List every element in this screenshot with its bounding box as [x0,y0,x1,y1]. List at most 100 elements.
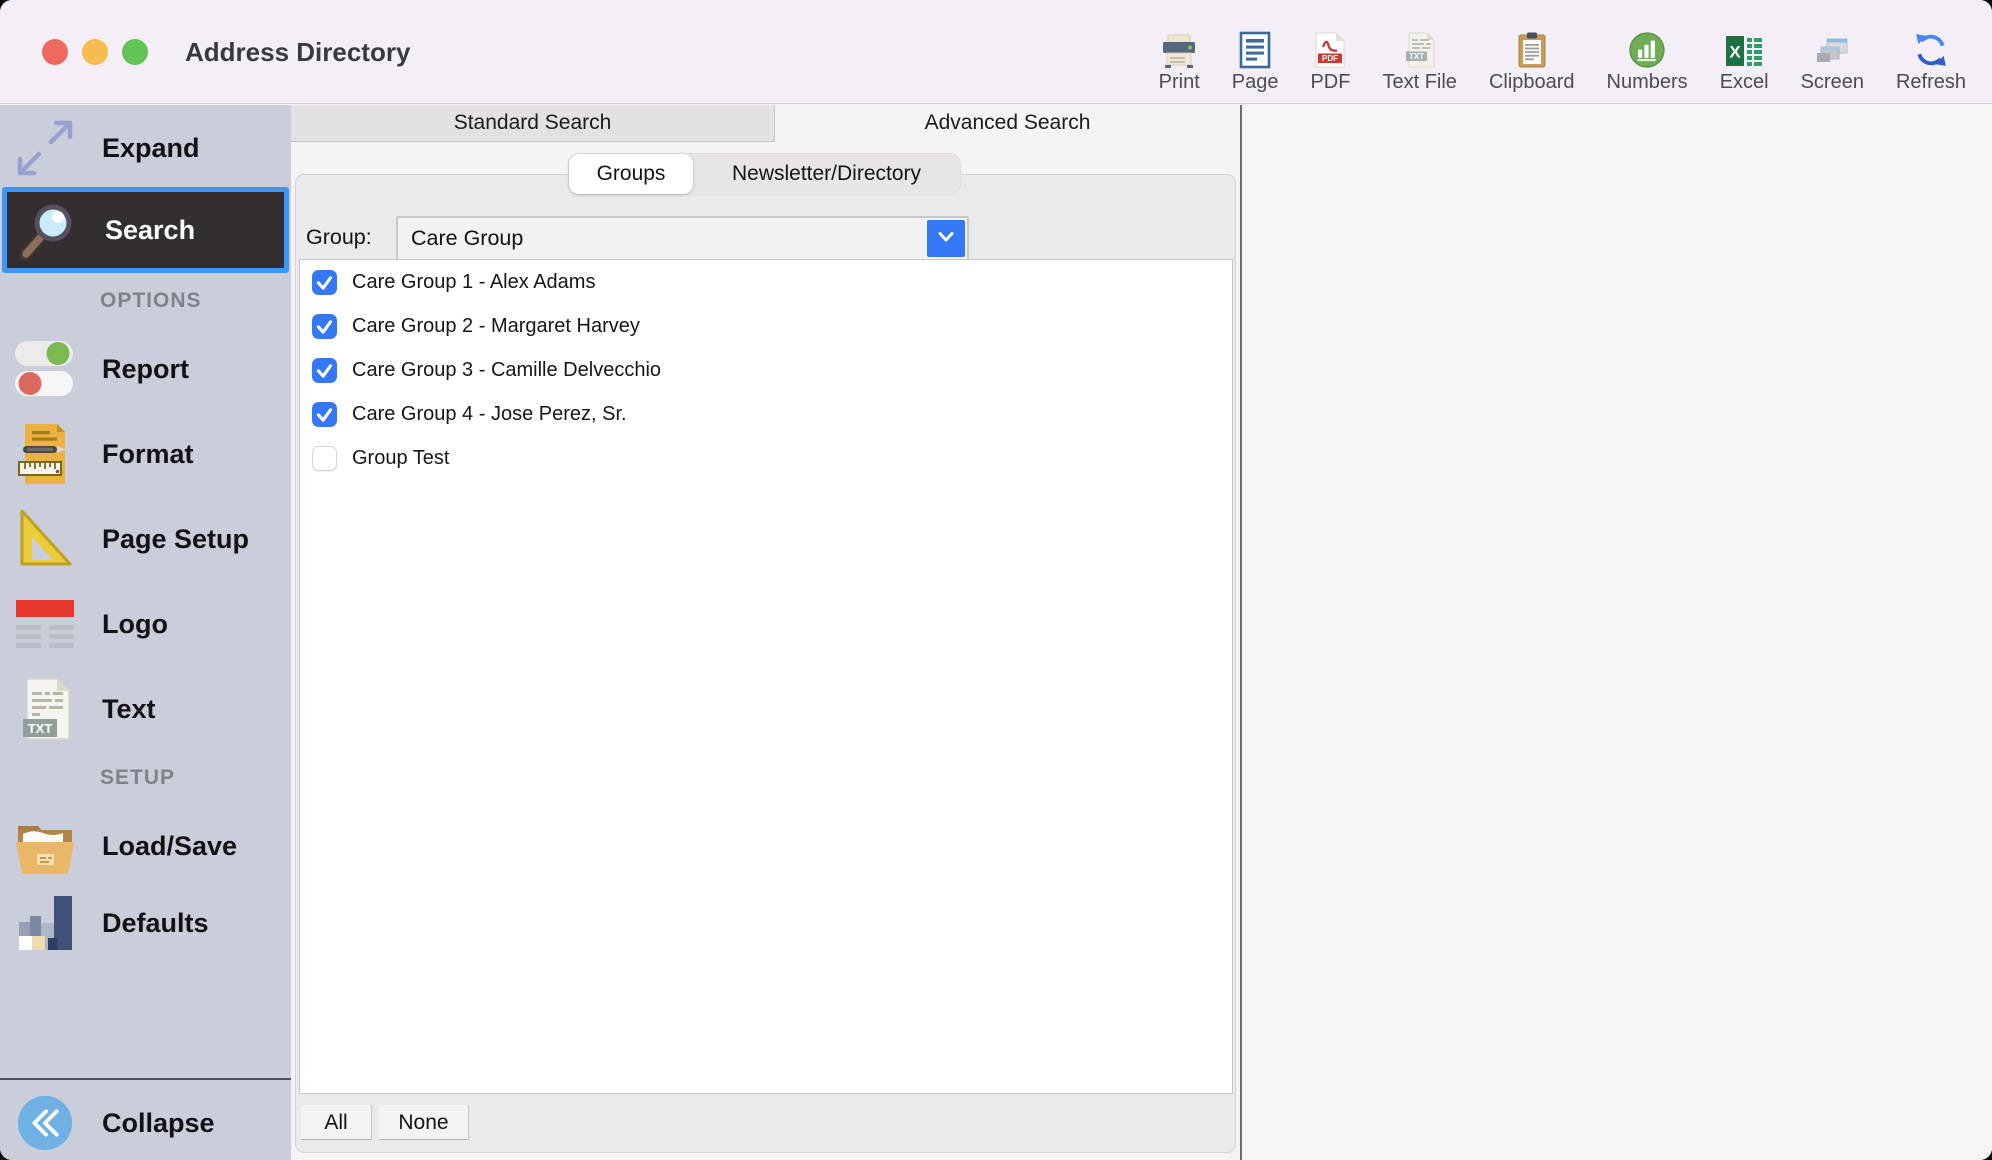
sidebar-item-format[interactable]: Format [0,412,291,496]
subtab-groups[interactable]: Groups [569,154,693,194]
print-button[interactable]: Print [1159,27,1200,104]
search-panel: Standard Search Advanced Search Groups N… [291,105,1240,1160]
group-checkbox[interactable] [312,314,337,339]
toolbar-item-label: Print [1159,71,1200,94]
results-panel [1240,105,1992,1160]
subtab-segmented-control: Groups Newsletter/Directory [568,153,961,195]
toolbar-item-label: Screen [1801,71,1864,94]
titlebar: Address Directory Print [0,0,1992,104]
excel-icon: X [1724,27,1764,69]
page-button[interactable]: Page [1232,27,1279,104]
sidebar: Expand Search OPTIONS [0,105,291,1160]
sidebar-divider [0,1078,291,1080]
group-checkbox-list: Care Group 1 - Alex Adams Care Group 2 -… [299,259,1233,1094]
svg-text:X: X [1729,43,1741,62]
tab-advanced-search[interactable]: Advanced Search [775,105,1240,142]
group-list-item: Care Group 1 - Alex Adams [300,260,1232,304]
sidebar-item-search[interactable]: Search [2,187,289,273]
pdf-button[interactable]: PDF PDF [1310,27,1350,104]
sidebar-item-logo[interactable]: Logo [0,582,291,666]
sidebar-item-label: Report [102,354,189,385]
group-list-item: Care Group 4 - Jose Perez, Sr. [300,392,1232,436]
checkmark-icon [312,270,337,295]
sidebar-item-text[interactable]: TXT Text [0,667,291,751]
sidebar-item-label: Logo [102,609,168,640]
toggle-switches-icon [12,339,78,399]
pdf-file-icon: PDF [1313,27,1347,69]
select-all-button[interactable]: All [301,1105,372,1140]
group-checkbox[interactable] [312,446,337,471]
chart-blocks-icon [12,892,78,954]
sidebar-item-defaults[interactable]: Defaults [0,881,291,965]
magnifier-icon [15,198,81,262]
refresh-button[interactable]: Refresh [1896,27,1966,104]
group-list-item: Group Test [300,436,1232,480]
set-square-icon [12,507,78,571]
window-title: Address Directory [185,0,410,104]
sidebar-item-label: Defaults [102,908,209,939]
sidebar-item-label: Format [102,439,194,470]
sidebar-item-label: Page Setup [102,524,249,555]
group-checkbox[interactable] [312,358,337,383]
group-select[interactable]: Care Group [396,216,969,261]
group-field-label: Group: [306,225,372,250]
group-select-value: Care Group [411,226,523,251]
refresh-sync-icon [1912,27,1950,69]
group-list-item: Care Group 3 - Camille Delvecchio [300,348,1232,392]
sidebar-item-label: Text [102,694,156,725]
sidebar-section-options: OPTIONS [100,289,202,313]
group-item-label: Group Test [352,447,449,470]
toolbar-item-label: Page [1232,71,1279,94]
select-none-button[interactable]: None [379,1105,469,1140]
app-window: Address Directory Print [0,0,1992,1160]
printer-icon [1160,27,1198,69]
text-file-button[interactable]: TXT Text File [1382,27,1456,104]
traffic-lights [42,39,148,65]
toolbar-item-label: PDF [1310,71,1350,94]
group-checkbox[interactable] [312,270,337,295]
sidebar-item-load-save[interactable]: Load/Save [0,804,291,888]
checkmark-icon [312,358,337,383]
group-checkbox[interactable] [312,402,337,427]
minimize-button[interactable] [82,39,108,65]
group-select-button[interactable] [927,220,965,257]
expand-arrows-icon [12,116,78,180]
close-button[interactable] [42,39,68,65]
svg-text:PDF: PDF [1322,54,1338,63]
toolbar-item-label: Excel [1720,71,1769,94]
numbers-button[interactable]: Numbers [1607,27,1688,104]
sidebar-item-report[interactable]: Report [0,327,291,411]
sidebar-item-collapse[interactable]: Collapse [0,1085,291,1160]
folder-icon [12,816,78,876]
zoom-button[interactable] [122,39,148,65]
sidebar-section-setup: SETUP [100,766,175,790]
screen-button[interactable]: Screen [1801,27,1864,104]
group-list-item: Care Group 2 - Margaret Harvey [300,304,1232,348]
txt-file-icon: TXT [1403,27,1437,69]
checkmark-icon [312,314,337,339]
group-item-label: Care Group 1 - Alex Adams [352,271,595,294]
group-item-label: Care Group 2 - Margaret Harvey [352,315,640,338]
numbers-chart-icon [1628,27,1666,69]
checkmark-icon [312,402,337,427]
page-document-icon [1238,27,1272,69]
screen-windows-icon [1813,27,1851,69]
excel-button[interactable]: X Excel [1720,27,1769,104]
subtab-newsletter-directory[interactable]: Newsletter/Directory [693,154,960,194]
toolbar-item-label: Refresh [1896,71,1966,94]
tab-standard-search[interactable]: Standard Search [291,105,775,142]
svg-text:TXT: TXT [28,721,53,736]
group-item-label: Care Group 3 - Camille Delvecchio [352,359,661,382]
sidebar-item-label: Load/Save [102,831,237,862]
sidebar-item-page-setup[interactable]: Page Setup [0,497,291,581]
toolbar-item-label: Numbers [1607,71,1688,94]
group-item-label: Care Group 4 - Jose Perez, Sr. [352,403,627,426]
toolbar: Print Page [1159,0,1966,104]
sidebar-item-label: Search [105,215,195,246]
sidebar-item-label: Expand [102,133,200,164]
clipboard-button[interactable]: Clipboard [1489,27,1575,104]
sidebar-item-expand[interactable]: Expand [0,110,291,186]
txt-document-icon: TXT [12,677,78,741]
svg-text:TXT: TXT [1409,52,1424,61]
search-tabs: Standard Search Advanced Search [291,105,1240,142]
